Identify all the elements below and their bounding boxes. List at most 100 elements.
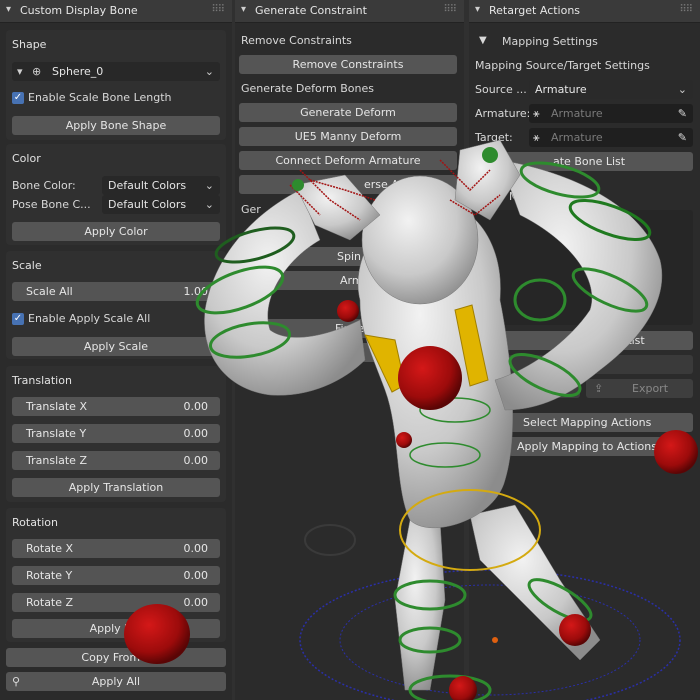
apply-all-label: Apply All [91, 675, 141, 688]
reverse-all-label: erse All [364, 178, 405, 191]
bone-color-dropdown[interactable]: Default Colors ⌄ [102, 176, 220, 195]
translate-y-value: 0.00 [183, 427, 209, 440]
generate-deform-bones-section: Generate Deform Bones [241, 82, 374, 95]
reverse-all-button[interactable]: erse All [239, 175, 457, 194]
import-button[interactable]: mport [473, 379, 580, 398]
panel-title: Retarget Actions [489, 4, 581, 17]
ue5-manny-deform-button[interactable]: UE5 Manny Deform [239, 127, 457, 146]
mapping-label: M [509, 190, 519, 203]
bone-color-label: Bone Color: [12, 179, 76, 192]
armature-icon: ⚹ [533, 107, 540, 120]
connect-deform-armature-button[interactable]: Connect Deform Armature [239, 151, 457, 170]
scale-panel: Scale Scale All 1.00 ✓ Enable Apply Scal… [6, 251, 226, 359]
rotate-z-value: 0.00 [183, 596, 209, 609]
target-label: Target: [475, 131, 513, 144]
remove-constraints-section: Remove Constraints [241, 34, 352, 47]
rotate-z-field[interactable]: Rotate Z 0.00 [12, 593, 220, 612]
generate-section-label: Ger [241, 203, 261, 216]
rotation-title: Rotation [12, 516, 59, 529]
chevron-down-icon: ⌄ [204, 198, 214, 211]
pose-color-dropdown[interactable]: Default Colors ⌄ [102, 195, 220, 214]
spine-button[interactable]: Spin [239, 247, 457, 266]
apply-mapping-button[interactable]: Apply Mapping to Actions [509, 437, 693, 456]
copy-from-button[interactable]: Copy From S [6, 648, 226, 667]
bone-list-label: ate Bone List [553, 155, 626, 168]
mapping-settings-label: Mapping Settings [502, 35, 598, 48]
generate-constraint-column: ▾ Generate Constraint ⠿⠿ Remove Constrai… [235, 0, 464, 700]
chevron-down-icon: ⌄ [204, 65, 214, 78]
scale-all-label: Scale All [26, 285, 73, 298]
apply-rotation-button[interactable]: Apply Rot [12, 619, 220, 638]
armature-field[interactable]: ⚹ Armature ✎ [529, 104, 693, 123]
armature-placeholder: Armature [551, 107, 603, 120]
apply-scale-all-checkbox[interactable]: ✓ [12, 313, 24, 325]
arm-label: Arm [340, 274, 363, 287]
color-panel: Color Bone Color: Default Colors ⌄ Pose … [6, 144, 226, 245]
select-mapping-label: Select Mapping Actions [523, 416, 652, 429]
apply-color-button[interactable]: Apply Color [12, 222, 220, 241]
ue5-m-button[interactable]: UE5 M [239, 343, 457, 362]
finger-button[interactable]: Finger [239, 319, 457, 338]
translate-y-label: Translate Y [26, 427, 87, 440]
drag-grip-icon[interactable]: ⠿⠿ [679, 4, 693, 15]
chevron-down-icon[interactable]: ▾ [475, 4, 480, 15]
source-value: Armature [535, 83, 587, 96]
apply-translation-button[interactable]: Apply Translation [12, 478, 220, 497]
translation-title: Translation [12, 374, 72, 387]
shape-value: Sphere_0 [52, 65, 104, 78]
apply-mapping-label: Apply Mapping to Actions [517, 440, 657, 453]
finger-label: Finger [335, 322, 369, 335]
target-field[interactable]: ⚹ Armature ✎ [529, 128, 693, 147]
mapping-list-button[interactable]: ping List [473, 331, 693, 350]
retarget-actions-header[interactable]: ▾ Retarget Actions ⠿⠿ [469, 0, 700, 23]
remove-constraints-button[interactable]: Remove Constraints [239, 55, 457, 74]
apply-bone-shape-button[interactable]: Apply Bone Shape [12, 116, 220, 135]
mapping-list-label: ping List [598, 334, 645, 347]
eyedropper-icon[interactable]: ✎ [678, 104, 687, 123]
translate-z-value: 0.00 [183, 454, 209, 467]
translate-y-field[interactable]: Translate Y 0.00 [12, 424, 220, 443]
translate-z-field[interactable]: Translate Z 0.00 [12, 451, 220, 470]
generate-bone-list-button[interactable]: ate Bone List [473, 152, 693, 171]
scale-bone-length-checkbox[interactable]: ✓ [12, 92, 24, 104]
ue5-m-label: UE5 M [323, 346, 358, 359]
rotate-x-label: Rotate X [26, 542, 74, 555]
rotate-z-label: Rotate Z [26, 596, 74, 609]
pose-color-label: Pose Bone C... [12, 198, 91, 211]
arm-button[interactable]: Arm [239, 271, 457, 290]
rotate-y-label: Rotate Y [26, 569, 73, 582]
export-button[interactable]: ⇪ Export [586, 379, 693, 398]
mapping-source-target-label: Mapping Source/Target Settings [475, 59, 650, 72]
custom-display-bone-column: ▾ Custom Display Bone ⠿⠿ Shape ▾ ⊕ Spher… [0, 0, 232, 700]
retarget-actions-column: ▾ Retarget Actions ⠿⠿ ▼ Mapping Settings… [469, 0, 700, 700]
chevron-down-icon: ⌄ [204, 179, 214, 192]
scale-all-field[interactable]: Scale All 1.00 [12, 282, 220, 301]
shape-dropdown[interactable]: ▾ ⊕ Sphere_0 ⌄ [12, 62, 220, 81]
color-title: Color [12, 152, 41, 165]
generate-deform-button[interactable]: Generate Deform [239, 103, 457, 122]
apply-scale-all-label: Enable Apply Scale All [28, 312, 151, 325]
drag-grip-icon[interactable]: ⠿⠿ [211, 4, 225, 15]
generate-constraint-header[interactable]: ▾ Generate Constraint ⠿⠿ [235, 0, 464, 23]
chevron-down-icon[interactable]: ▾ [6, 4, 11, 15]
select-mapping-actions-button[interactable]: Select Mapping Actions [509, 413, 693, 432]
chevron-down-icon[interactable]: ▾ [241, 4, 246, 15]
translate-x-label: Translate X [26, 400, 87, 413]
import-label: mport [521, 382, 555, 395]
eyedropper-icon[interactable]: ✎ [678, 128, 687, 147]
apply-scale-button[interactable]: Apply Scale [12, 337, 220, 356]
rotate-x-field[interactable]: Rotate X 0.00 [12, 539, 220, 558]
translate-x-field[interactable]: Translate X 0.00 [12, 397, 220, 416]
chevron-down-icon: ⌄ [677, 83, 687, 96]
apply-all-button[interactable]: ⚲ Apply All [6, 672, 226, 691]
mapping-list-box[interactable] [473, 210, 693, 325]
source-dropdown[interactable]: Armature ⌄ [529, 80, 693, 99]
custom-display-bone-header[interactable]: ▾ Custom Display Bone ⠿⠿ [0, 0, 232, 23]
mapping-settings-chevron-icon[interactable]: ▼ [479, 35, 487, 46]
rotate-y-field[interactable]: Rotate Y 0.00 [12, 566, 220, 585]
panel-title: Custom Display Bone [20, 4, 138, 17]
rotate-y-value: 0.00 [183, 569, 209, 582]
mapping-empty-field[interactable] [473, 355, 693, 374]
drag-grip-icon[interactable]: ⠿⠿ [443, 4, 457, 15]
armature-label: Armature: [475, 107, 531, 120]
